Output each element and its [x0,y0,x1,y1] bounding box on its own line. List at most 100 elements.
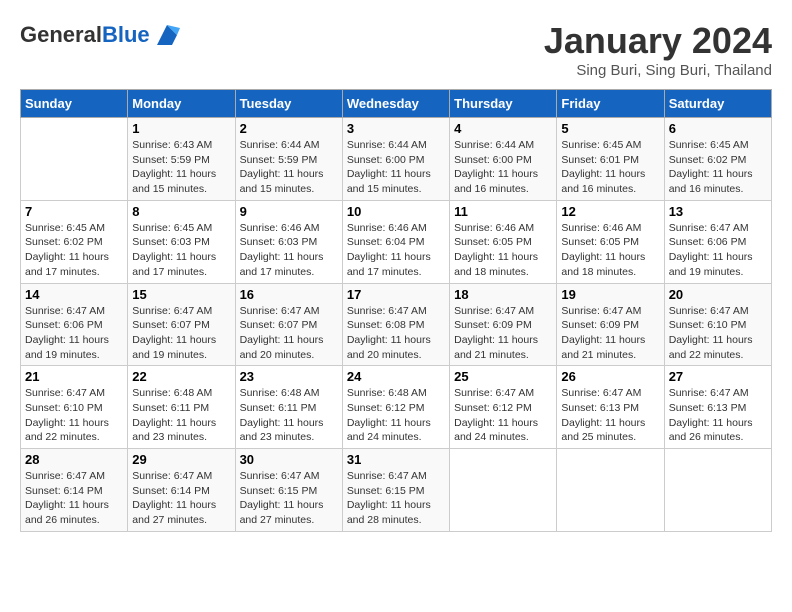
day-cell: 24Sunrise: 6:48 AMSunset: 6:12 PMDayligh… [342,366,449,449]
logo-icon [152,20,182,50]
day-cell: 5 Sunrise: 6:45 AMSunset: 6:01 PMDaylight… [557,118,664,201]
day-cell: 22 Sunrise: 6:48 AMSunset: 6:11 PMDayligh… [128,366,235,449]
logo-blue-text: Blue [102,22,150,47]
day-info: Sunrise: 6:45 AMSunset: 6:03 PMDaylight:… [132,221,230,280]
week-row-5: 28Sunrise: 6:47 AMSunset: 6:14 PMDayligh… [21,449,772,532]
day-cell: 2 Sunrise: 6:44 AMSunset: 5:59 PMDaylight… [235,118,342,201]
weekday-header-row: SundayMondayTuesdayWednesdayThursdayFrid… [21,90,772,118]
day-cell: 8 Sunrise: 6:45 AMSunset: 6:03 PMDaylight… [128,200,235,283]
day-cell: 10 Sunrise: 6:46 AMSunset: 6:04 PMDayligh… [342,200,449,283]
day-cell: 17 Sunrise: 6:47 AMSunset: 6:08 PMDayligh… [342,283,449,366]
day-info: Sunrise: 6:47 AMSunset: 6:09 PMDaylight:… [454,304,552,363]
day-cell: 31 Sunrise: 6:47 AMSunset: 6:15 PMDayligh… [342,449,449,532]
day-cell: 1 Sunrise: 6:43 AMSunset: 5:59 PMDaylight… [128,118,235,201]
day-info: Sunrise: 6:47 AMSunset: 6:12 PMDaylight:… [454,386,552,445]
day-info: Sunrise: 6:46 AMSunset: 6:04 PMDaylight:… [347,221,445,280]
day-number: 18 [454,287,552,302]
weekday-header-sunday: Sunday [21,90,128,118]
day-cell: 4 Sunrise: 6:44 AMSunset: 6:00 PMDaylight… [450,118,557,201]
day-info: Sunrise: 6:47 AMSunset: 6:13 PMDaylight:… [669,386,767,445]
day-number: 15 [132,287,230,302]
day-number: 12 [561,204,659,219]
day-cell: 30 Sunrise: 6:47 AMSunset: 6:15 PMDayligh… [235,449,342,532]
day-cell: 11 Sunrise: 6:46 AMSunset: 6:05 PMDayligh… [450,200,557,283]
day-cell: 12 Sunrise: 6:46 AMSunset: 6:05 PMDayligh… [557,200,664,283]
weekday-header-saturday: Saturday [664,90,771,118]
day-number: 6 [669,121,767,136]
day-info: Sunrise: 6:47 AMSunset: 6:08 PMDaylight:… [347,304,445,363]
day-number: 26 [561,369,659,384]
page-header: GeneralBlue January 2024 Sing Buri, Sing… [20,20,772,79]
day-info: Sunrise: 6:46 AMSunset: 6:03 PMDaylight:… [240,221,338,280]
day-cell: 21 Sunrise: 6:47 AMSunset: 6:10 PMDayligh… [21,366,128,449]
day-info: Sunrise: 6:47 AMSunset: 6:14 PMDaylight:… [25,469,123,528]
day-cell: 19Sunrise: 6:47 AMSunset: 6:09 PMDayligh… [557,283,664,366]
day-number: 22 [132,369,230,384]
weekday-header-monday: Monday [128,90,235,118]
day-info: Sunrise: 6:47 AMSunset: 6:15 PMDaylight:… [347,469,445,528]
day-info: Sunrise: 6:48 AMSunset: 6:11 PMDaylight:… [240,386,338,445]
weekday-header-thursday: Thursday [450,90,557,118]
day-info: Sunrise: 6:47 AMSunset: 6:15 PMDaylight:… [240,469,338,528]
day-number: 16 [240,287,338,302]
day-number: 21 [25,369,123,384]
day-info: Sunrise: 6:47 AMSunset: 6:09 PMDaylight:… [561,304,659,363]
day-number: 13 [669,204,767,219]
day-info: Sunrise: 6:44 AMSunset: 6:00 PMDaylight:… [347,138,445,197]
day-cell [557,449,664,532]
day-cell: 7 Sunrise: 6:45 AMSunset: 6:02 PMDaylight… [21,200,128,283]
day-cell: 28Sunrise: 6:47 AMSunset: 6:14 PMDayligh… [21,449,128,532]
weekday-header-wednesday: Wednesday [342,90,449,118]
day-info: Sunrise: 6:47 AMSunset: 6:06 PMDaylight:… [669,221,767,280]
day-info: Sunrise: 6:46 AMSunset: 6:05 PMDaylight:… [561,221,659,280]
day-info: Sunrise: 6:46 AMSunset: 6:05 PMDaylight:… [454,221,552,280]
day-info: Sunrise: 6:48 AMSunset: 6:11 PMDaylight:… [132,386,230,445]
day-cell: 14Sunrise: 6:47 AMSunset: 6:06 PMDayligh… [21,283,128,366]
day-number: 1 [132,121,230,136]
day-number: 4 [454,121,552,136]
day-cell: 13 Sunrise: 6:47 AMSunset: 6:06 PMDayligh… [664,200,771,283]
day-cell: 26 Sunrise: 6:47 AMSunset: 6:13 PMDayligh… [557,366,664,449]
day-info: Sunrise: 6:44 AMSunset: 6:00 PMDaylight:… [454,138,552,197]
day-cell: 20 Sunrise: 6:47 AMSunset: 6:10 PMDayligh… [664,283,771,366]
day-number: 23 [240,369,338,384]
day-info: Sunrise: 6:47 AMSunset: 6:13 PMDaylight:… [561,386,659,445]
day-cell: 3 Sunrise: 6:44 AMSunset: 6:00 PMDaylight… [342,118,449,201]
weekday-header-friday: Friday [557,90,664,118]
day-number: 2 [240,121,338,136]
day-number: 29 [132,452,230,467]
day-info: Sunrise: 6:48 AMSunset: 6:12 PMDaylight:… [347,386,445,445]
day-number: 8 [132,204,230,219]
day-info: Sunrise: 6:44 AMSunset: 5:59 PMDaylight:… [240,138,338,197]
week-row-1: 1 Sunrise: 6:43 AMSunset: 5:59 PMDaylight… [21,118,772,201]
day-info: Sunrise: 6:47 AMSunset: 6:10 PMDaylight:… [669,304,767,363]
day-cell: 23 Sunrise: 6:48 AMSunset: 6:11 PMDayligh… [235,366,342,449]
day-number: 3 [347,121,445,136]
day-info: Sunrise: 6:45 AMSunset: 6:02 PMDaylight:… [25,221,123,280]
day-number: 30 [240,452,338,467]
day-number: 7 [25,204,123,219]
day-cell: 15Sunrise: 6:47 AMSunset: 6:07 PMDayligh… [128,283,235,366]
day-cell: 16 Sunrise: 6:47 AMSunset: 6:07 PMDayligh… [235,283,342,366]
day-cell: 27Sunrise: 6:47 AMSunset: 6:13 PMDayligh… [664,366,771,449]
day-cell: 25 Sunrise: 6:47 AMSunset: 6:12 PMDayligh… [450,366,557,449]
day-number: 5 [561,121,659,136]
day-number: 11 [454,204,552,219]
day-info: Sunrise: 6:43 AMSunset: 5:59 PMDaylight:… [132,138,230,197]
month-title: January 2024 [544,20,772,62]
day-number: 25 [454,369,552,384]
day-number: 17 [347,287,445,302]
day-cell [664,449,771,532]
title-section: January 2024 Sing Buri, Sing Buri, Thail… [544,20,772,79]
weekday-header-tuesday: Tuesday [235,90,342,118]
day-info: Sunrise: 6:45 AMSunset: 6:01 PMDaylight:… [561,138,659,197]
day-number: 31 [347,452,445,467]
day-number: 10 [347,204,445,219]
day-info: Sunrise: 6:45 AMSunset: 6:02 PMDaylight:… [669,138,767,197]
day-number: 20 [669,287,767,302]
day-info: Sunrise: 6:47 AMSunset: 6:07 PMDaylight:… [240,304,338,363]
day-info: Sunrise: 6:47 AMSunset: 6:10 PMDaylight:… [25,386,123,445]
day-cell: 6 Sunrise: 6:45 AMSunset: 6:02 PMDaylight… [664,118,771,201]
day-number: 9 [240,204,338,219]
day-cell [450,449,557,532]
